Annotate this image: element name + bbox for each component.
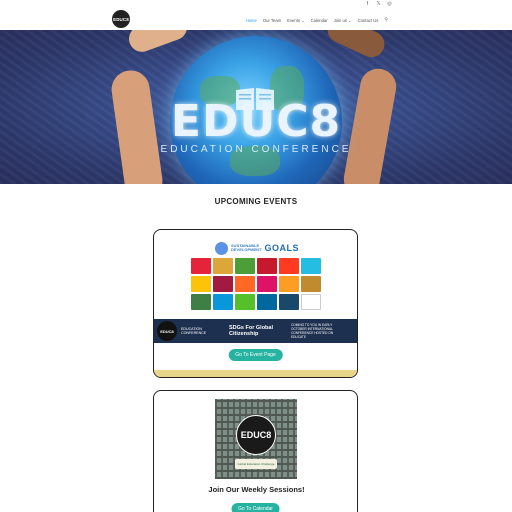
go-to-event-page-button[interactable]: Go To Event Page xyxy=(228,349,283,361)
sdg-tile xyxy=(235,258,255,274)
event-card-weekly: EDUC8 Global Education Challenge Join Ou… xyxy=(153,390,358,512)
upcoming-events-heading: UPCOMING EVENTS xyxy=(214,197,298,206)
go-to-calendar-button[interactable]: Go To Calendar xyxy=(231,503,280,512)
sdg-tile xyxy=(279,294,299,310)
sdg-tile xyxy=(191,276,211,292)
hero-subtitle: EDUCATION CONFERENCE xyxy=(160,144,352,155)
sdg-tile xyxy=(235,276,255,292)
sdg-tile xyxy=(257,294,277,310)
hero-banner: EDUC8 EDUCATION CONFERENCE xyxy=(0,30,512,184)
sdg-goals: GOALS xyxy=(264,243,299,253)
weekly-tag: Global Education Challenge xyxy=(235,459,277,469)
event-card-sdg: SUSTAINABLE DEVELOPMENT GOALS EDUC8 EDUC… xyxy=(153,229,358,378)
sdg-header: SUSTAINABLE DEVELOPMENT GOALS xyxy=(215,240,299,256)
search-icon[interactable]: ⚲ xyxy=(384,17,388,23)
top-bar: f 𝕏 ◎ xyxy=(0,0,512,8)
nav-home[interactable]: Home xyxy=(246,18,257,23)
twitter-icon[interactable]: 𝕏 xyxy=(376,1,381,7)
site-header: EDUC8 Home Our Team Events ⌄ Calendar Jo… xyxy=(0,8,512,30)
site-logo[interactable]: EDUC8 xyxy=(112,10,130,28)
weekly-sessions-image: EDUC8 Global Education Challenge xyxy=(215,399,297,479)
card-footer-strip xyxy=(154,370,357,377)
sdg-tile xyxy=(279,258,299,274)
sdg-tile xyxy=(301,258,321,274)
sdg-line2: DEVELOPMENT xyxy=(231,247,262,252)
social-links: f 𝕏 ◎ xyxy=(365,1,392,7)
sdg-tile xyxy=(235,294,255,310)
hero-title: EDUC8 xyxy=(170,96,342,147)
instagram-icon[interactable]: ◎ xyxy=(387,1,392,7)
banner-logo: EDUC8 xyxy=(157,321,177,341)
sdg-tile xyxy=(257,276,277,292)
nav-calendar[interactable]: Calendar xyxy=(311,18,328,23)
weekly-logo: EDUC8 xyxy=(236,415,276,455)
sdg-tiles xyxy=(191,258,321,310)
un-emblem-icon xyxy=(215,241,228,255)
sdg-tile xyxy=(279,276,299,292)
logo-text: EDUC8 xyxy=(113,16,129,22)
nav-events[interactable]: Events ⌄ xyxy=(287,18,304,23)
sdg-tile xyxy=(301,294,321,310)
sdg-tile xyxy=(257,258,277,274)
sdg-tile xyxy=(213,276,233,292)
nav-our-team[interactable]: Our Team xyxy=(263,18,281,23)
nav-join-us[interactable]: Join us ⌄ xyxy=(334,18,352,23)
main-nav: Home Our Team Events ⌄ Calendar Join us … xyxy=(246,17,388,23)
weekly-sessions-title: Join Our Weekly Sessions! xyxy=(208,485,305,494)
banner-mid-text: SDGs For Global Citizenship xyxy=(229,325,274,337)
sdg-tile xyxy=(213,294,233,310)
sdg-tile xyxy=(191,258,211,274)
event-banner: EDUC8 EDUCATION CONFERENCE SDGs For Glob… xyxy=(154,319,357,343)
sdg-tile xyxy=(191,294,211,310)
sdg-tile xyxy=(301,276,321,292)
facebook-icon[interactable]: f xyxy=(365,1,370,7)
nav-contact-us[interactable]: Contact Us xyxy=(358,18,379,23)
banner-right-text: COMING TO YOU IN EARLY OCTOBER INTERNATI… xyxy=(291,323,334,339)
banner-left-text: EDUCATION CONFERENCE xyxy=(181,327,207,335)
sdg-tile xyxy=(213,258,233,274)
sdg-graphic: SUSTAINABLE DEVELOPMENT GOALS xyxy=(191,240,322,322)
